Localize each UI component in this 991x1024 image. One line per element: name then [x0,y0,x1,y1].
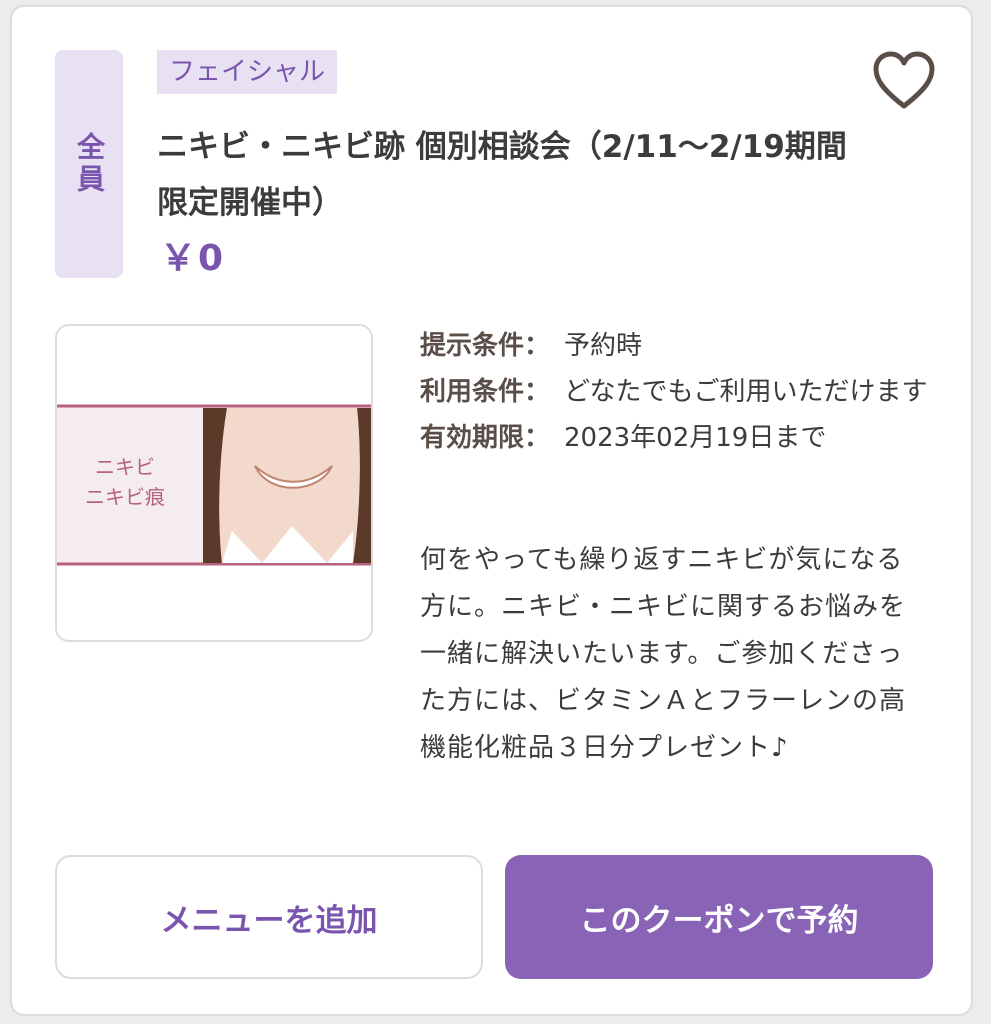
condition-label: 提示条件： [420,331,551,361]
condition-row-expiry: 有効期限： 2023年02月19日まで [420,415,930,461]
image-caption-line1: ニキビ [95,455,155,479]
reserve-with-coupon-button[interactable]: このクーポンで予約 [505,855,933,979]
condition-label: 有効期限： [420,423,551,453]
condition-row-present: 提示条件： 予約時 [420,323,930,369]
favorite-heart-icon[interactable] [872,51,936,111]
coupon-image: ニキビ ニキビ痕 [55,324,373,642]
add-menu-button[interactable]: メニューを追加 [55,855,483,979]
condition-label: 利用条件： [420,377,551,407]
coupon-title: ニキビ・ニキビ跡 個別相談会（2/11〜2/19期間限定開催中） [157,129,847,221]
coupon-conditions: 提示条件： 予約時 利用条件： どなたでもご利用いただけます 有効期限： 202… [420,323,930,461]
target-badge: 全員 [55,50,123,278]
condition-value: どなたでもご利用いただけます [564,377,928,407]
condition-value: 2023年02月19日まで [564,423,827,453]
condition-value: 予約時 [564,331,643,361]
category-tag: フェイシャル [157,50,338,94]
coupon-card: 全員 フェイシャル ニキビ・ニキビ跡 個別相談会（2/11〜2/19期間限定開催… [10,5,973,1016]
coupon-price: ￥0 [160,238,226,279]
image-caption-line2: ニキビ痕 [85,485,165,509]
condition-row-usage: 利用条件： どなたでもご利用いただけます [420,369,930,415]
coupon-description: 何をやっても繰り返すニキビが気になる方に。ニキビ・ニキビに関するお悩みを一緒に解… [420,545,907,763]
